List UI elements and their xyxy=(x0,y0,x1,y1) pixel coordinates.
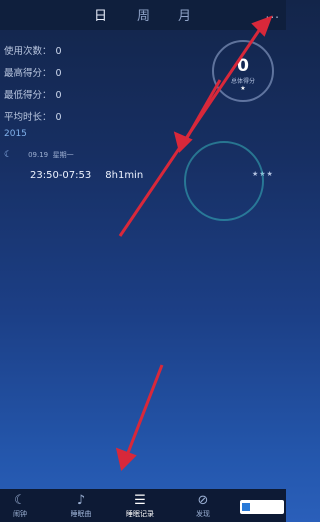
nav-sleep-music[interactable]: ♪ 睡眠曲 xyxy=(59,492,103,519)
site-watermark-logo xyxy=(240,500,284,514)
nav-label: 闹钟 xyxy=(13,510,27,518)
record-icon: ☰ xyxy=(134,493,146,508)
nav-label: 睡眠记录 xyxy=(126,510,154,518)
nav-label: 发现 xyxy=(196,510,210,518)
annotation-arrows xyxy=(115,15,273,471)
nav-sleep-record[interactable]: ☰ 睡眠记录 xyxy=(118,492,162,519)
nav-alarm[interactable]: ☾ 闹钟 xyxy=(0,492,42,519)
arrow-head-top xyxy=(251,15,273,37)
compass-icon: ⊘ xyxy=(197,493,209,508)
nav-discover[interactable]: ⊘ 发现 xyxy=(181,492,225,519)
arrow-line-bottom xyxy=(124,364,164,459)
music-icon: ♪ xyxy=(76,493,86,508)
nav-label: 睡眠曲 xyxy=(70,510,92,518)
arrow-head-bottom xyxy=(115,447,137,471)
watermark-logo-icon xyxy=(242,503,250,511)
moon-icon: ☾ xyxy=(14,493,26,508)
